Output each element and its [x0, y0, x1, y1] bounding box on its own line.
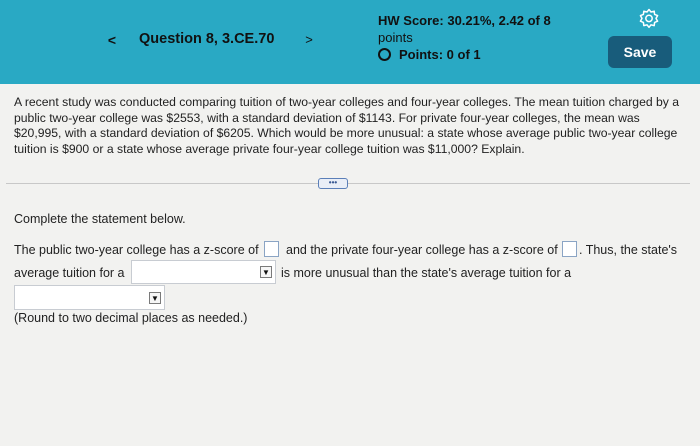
- college-type-dropdown-1[interactable]: ▼: [131, 260, 276, 284]
- header-bar: < Question 8, 3.CE.70 > HW Score: 30.21%…: [0, 0, 700, 84]
- college-type-dropdown-2[interactable]: ▼: [14, 285, 165, 310]
- question-title: Question 8, 3.CE.70: [139, 31, 275, 47]
- problem-text: A recent study was conducted comparing t…: [14, 95, 680, 156]
- statement-part-2: and the private four-year college has a …: [286, 243, 558, 257]
- points-status: Points: 0 of 1: [378, 47, 481, 62]
- hw-score-label: HW Score: 30.21%, 2.42 of 8: [378, 13, 551, 28]
- statement-part-3: . Thus, the state's: [579, 243, 678, 257]
- divider: [6, 183, 690, 184]
- circle-icon: [378, 48, 391, 61]
- hw-score-suffix: points: [378, 30, 413, 45]
- statement-part-5: is more unusual than the state's average…: [281, 266, 572, 280]
- hw-score: HW Score: 30.21%, 2.42 of 8 points: [378, 12, 578, 46]
- z-score-private-input[interactable]: [562, 241, 577, 257]
- statement-part-4: average tuition for a: [14, 266, 125, 280]
- instruction-text: Complete the statement below.: [14, 212, 186, 226]
- rounding-note: (Round to two decimal places as needed.): [14, 311, 248, 325]
- statement-part-1: The public two-year college has a z-scor…: [14, 243, 259, 257]
- more-button[interactable]: •••: [318, 178, 348, 189]
- next-question-button[interactable]: >: [302, 31, 316, 49]
- previous-question-button[interactable]: <: [104, 31, 120, 49]
- dropdown-arrow-icon: ▼: [149, 292, 161, 304]
- gear-icon[interactable]: [638, 8, 660, 30]
- z-score-public-input[interactable]: [264, 241, 279, 257]
- points-label: Points: 0 of 1: [399, 47, 481, 62]
- dropdown-arrow-icon: ▼: [260, 266, 272, 278]
- save-button[interactable]: Save: [608, 36, 672, 68]
